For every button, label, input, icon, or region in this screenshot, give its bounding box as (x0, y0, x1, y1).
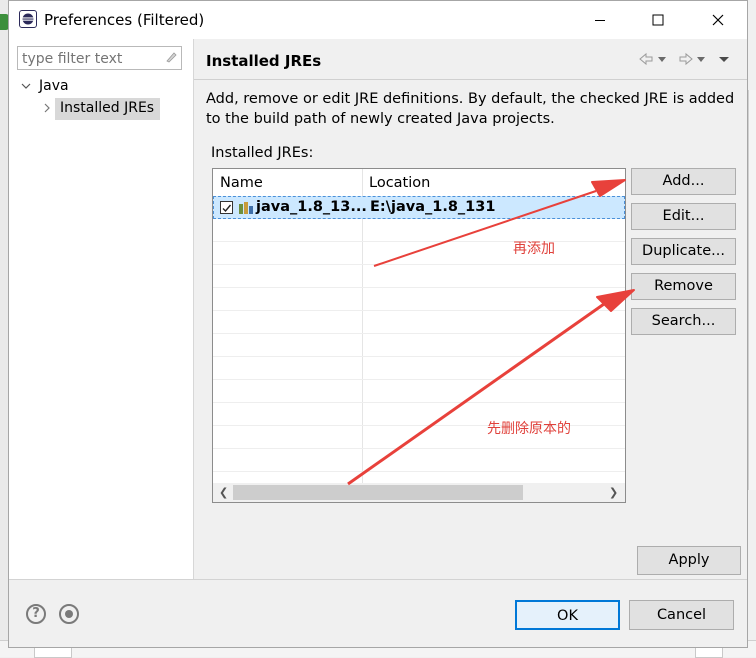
arrow-to-remove-button (347, 289, 635, 486)
annotation-remove-note: 先删除原本的 (487, 421, 571, 437)
annotation-add-note: 再添加 (513, 241, 555, 257)
arrow-to-add-button (373, 179, 626, 267)
annotation-layer (347, 179, 635, 486)
